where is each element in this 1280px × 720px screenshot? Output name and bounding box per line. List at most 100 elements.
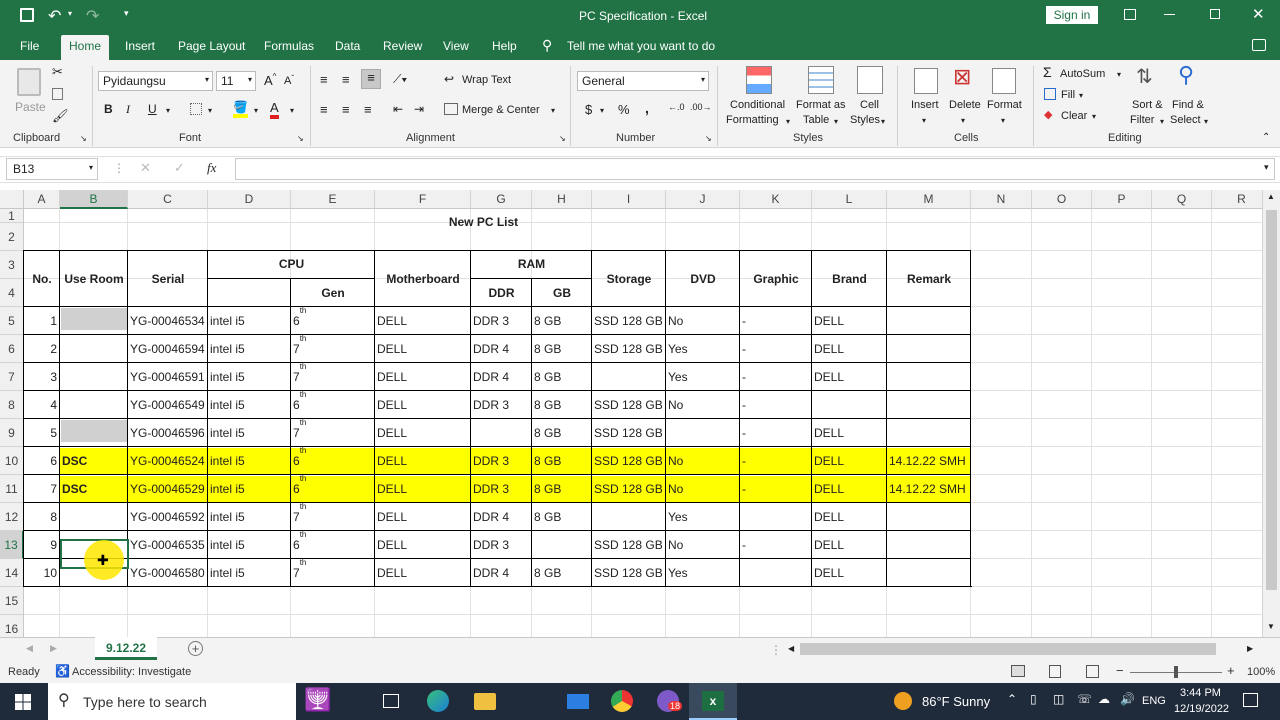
vertical-scroll-thumb[interactable]	[1266, 210, 1277, 590]
top-align-icon[interactable]: ≡	[320, 72, 328, 87]
tab-formulas[interactable]: Formulas	[264, 39, 314, 53]
autosum-icon[interactable]: Σ	[1043, 64, 1052, 80]
increase-indent-icon[interactable]: ⇥	[414, 102, 424, 116]
conditional-formatting-icon[interactable]	[746, 66, 772, 94]
bold-button[interactable]: B	[104, 102, 113, 116]
cell-styles-icon[interactable]	[857, 66, 883, 94]
column-header-c[interactable]: C	[128, 190, 208, 209]
expand-formula-bar-icon[interactable]: ▾	[1264, 162, 1269, 173]
column-header-b[interactable]: B	[60, 190, 128, 209]
sort-filter-dropdown-icon[interactable]: ▾	[1160, 117, 1164, 126]
delete-cells-icon[interactable]: ⊠	[953, 64, 971, 90]
edge-icon[interactable]	[427, 690, 449, 712]
customize-qat-icon[interactable]: ▾	[124, 8, 129, 19]
increase-font-size-icon[interactable]: A^	[264, 73, 276, 89]
borders-dropdown-icon[interactable]: ▾	[208, 106, 212, 115]
cell-styles-button[interactable]: Cell	[860, 99, 879, 111]
tab-data[interactable]: Data	[335, 39, 360, 53]
font-size-combo[interactable]: 11 ▾	[216, 71, 256, 91]
minimize-icon[interactable]	[1164, 14, 1175, 15]
zoom-in-icon[interactable]: +	[1227, 663, 1235, 678]
fill-button[interactable]: Fill	[1061, 89, 1075, 101]
worksheet-grid[interactable]: ABCDEFGHIJKLMNOPQR 1 2 3 4 5 6 7 8 9 10 11 12 13 14 15…	[0, 190, 1262, 637]
accessibility-status[interactable]: Accessibility: Investigate	[72, 666, 191, 678]
row-header-12[interactable]: 12	[0, 503, 24, 531]
chrome-icon[interactable]	[611, 690, 633, 712]
prev-sheet-icon[interactable]: ◀	[26, 643, 33, 654]
fill-color-icon[interactable]: 🪣	[233, 100, 248, 118]
font-color-icon[interactable]: A	[270, 100, 279, 119]
row-header-6[interactable]: 6	[0, 335, 24, 363]
row-header-15[interactable]: 15	[0, 587, 24, 615]
fill-icon[interactable]	[1044, 88, 1056, 100]
phone-icon[interactable]: ☏	[1077, 692, 1092, 706]
mail-icon[interactable]	[567, 694, 589, 709]
clear-dropdown-icon[interactable]: ▾	[1092, 112, 1096, 121]
collapse-ribbon-icon[interactable]: ⌃	[1262, 132, 1270, 143]
decrease-indent-icon[interactable]: ⇤	[393, 102, 403, 116]
insert-dropdown-icon[interactable]: ▾	[922, 116, 926, 125]
close-icon[interactable]: ✕	[1252, 5, 1265, 23]
select-all-corner[interactable]	[0, 190, 24, 209]
task-view-icon[interactable]	[383, 694, 399, 708]
column-header-i[interactable]: I	[592, 190, 666, 209]
format-painter-icon[interactable]: 🖌	[52, 108, 69, 124]
zoom-level[interactable]: 100%	[1247, 666, 1275, 678]
meet-now-icon[interactable]: ▯	[1030, 692, 1037, 706]
accessibility-icon[interactable]: ♿	[55, 664, 70, 678]
show-hidden-icons[interactable]: ⌃	[1007, 692, 1017, 706]
align-center-icon[interactable]: ≡	[342, 102, 350, 117]
format-cells-icon[interactable]	[992, 68, 1016, 94]
wrap-text-button[interactable]: Wrap Text	[462, 74, 511, 86]
column-header-o[interactable]: O	[1032, 190, 1092, 209]
column-header-e[interactable]: E	[291, 190, 375, 209]
sign-in-button[interactable]: Sign in	[1046, 6, 1098, 24]
clipboard-launcher-icon[interactable]: ↘	[80, 134, 87, 143]
paste-icon[interactable]	[17, 68, 41, 96]
notifications-icon[interactable]	[1243, 693, 1258, 707]
italic-button[interactable]: I	[126, 102, 130, 117]
clock-date[interactable]: 12/19/2022	[1174, 703, 1229, 715]
clock-time[interactable]: 3:44 PM	[1180, 687, 1221, 699]
format-button[interactable]: Format	[987, 99, 1022, 111]
row-header-7[interactable]: 7	[0, 363, 24, 391]
font-color-dropdown-icon[interactable]: ▾	[290, 106, 294, 115]
insert-cells-icon[interactable]	[914, 68, 938, 94]
format-dropdown-icon[interactable]: ▾	[1001, 116, 1005, 125]
column-header-r[interactable]: R	[1212, 190, 1262, 209]
font-name-combo[interactable]: Pyidaungsu ▾	[98, 71, 213, 91]
clear-button[interactable]: Clear	[1061, 110, 1087, 122]
format-as-table-dropdown-icon[interactable]: ▾	[834, 117, 838, 126]
tab-home[interactable]: Home	[61, 35, 110, 60]
font-launcher-icon[interactable]: ↘	[297, 134, 304, 143]
restore-icon[interactable]	[1210, 9, 1220, 19]
normal-view-icon[interactable]	[1011, 665, 1025, 677]
excel-taskbar-button[interactable]: x	[689, 683, 737, 720]
number-launcher-icon[interactable]: ↘	[705, 134, 712, 143]
undo-dropdown-icon[interactable]: ▾	[68, 9, 72, 18]
row-header-2[interactable]: 2	[0, 223, 24, 251]
percent-button[interactable]: %	[618, 102, 630, 117]
windows-start-icon[interactable]	[15, 694, 31, 710]
middle-align-icon[interactable]: ≡	[342, 72, 350, 87]
tab-page-layout[interactable]: Page Layout	[178, 39, 245, 53]
column-header-d[interactable]: D	[208, 190, 291, 209]
input-language[interactable]: ENG	[1142, 695, 1166, 707]
sort-filter-icon[interactable]: ⇅	[1136, 64, 1153, 89]
scroll-up-icon[interactable]: ▲	[1267, 192, 1275, 201]
fill-color-dropdown-icon[interactable]: ▾	[254, 106, 258, 115]
column-header-a[interactable]: A	[24, 190, 60, 209]
row-header-8[interactable]: 8	[0, 391, 24, 419]
undo-icon[interactable]: ↶	[48, 6, 61, 26]
clear-icon[interactable]: ◆	[1044, 108, 1052, 121]
tab-insert[interactable]: Insert	[125, 39, 155, 53]
tab-file[interactable]: File	[20, 39, 39, 53]
comma-button[interactable]: ,	[645, 100, 649, 116]
enter-icon[interactable]: ✓	[174, 160, 185, 176]
copy-icon[interactable]	[52, 88, 63, 100]
find-select-icon[interactable]: ⚲	[1178, 62, 1194, 88]
number-format-combo[interactable]: General ▾	[577, 71, 709, 91]
currency-dropdown-icon[interactable]: ▾	[600, 106, 604, 115]
row-header-14[interactable]: 14	[0, 559, 24, 587]
menorah-icon[interactable]: 🕎	[304, 687, 331, 713]
